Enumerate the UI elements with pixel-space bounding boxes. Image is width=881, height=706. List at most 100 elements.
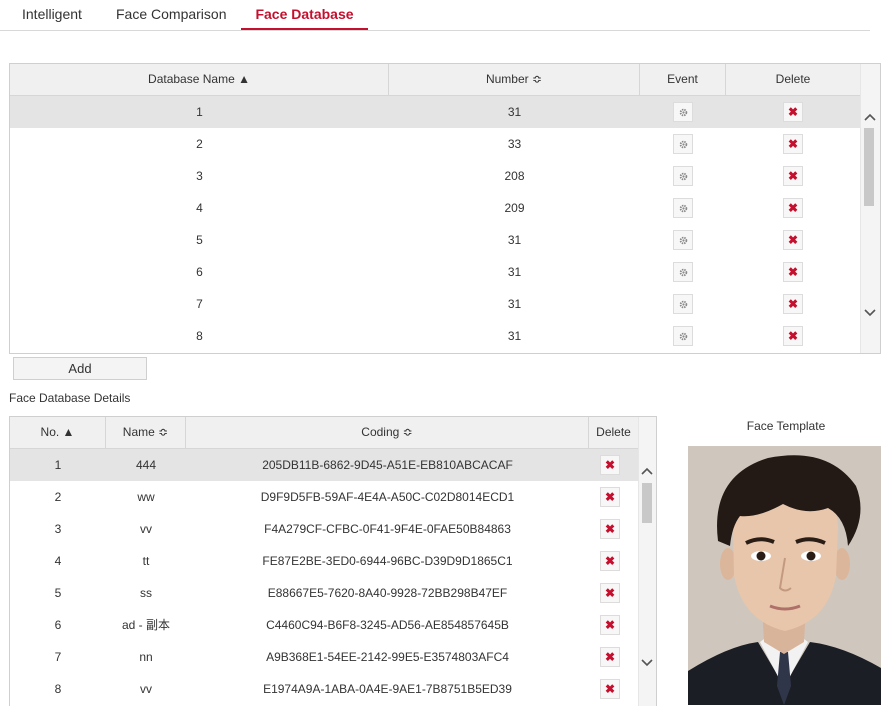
number-cell: 33 xyxy=(507,137,522,151)
coding-cell: A9B368E1-54EE-2142-99E5-E3574803AFC4 xyxy=(266,650,509,664)
delete-button[interactable]: ✖ xyxy=(600,455,620,475)
delete-button[interactable]: ✖ xyxy=(600,679,620,699)
no-cell: 5 xyxy=(54,586,62,600)
table-row[interactable]: 6 31 ✖ xyxy=(10,256,860,288)
delete-button[interactable]: ✖ xyxy=(783,134,803,154)
delete-button[interactable]: ✖ xyxy=(783,326,803,346)
gear-icon[interactable] xyxy=(673,262,693,282)
delete-button[interactable]: ✖ xyxy=(600,551,620,571)
gear-icon[interactable] xyxy=(673,198,693,218)
table-row[interactable]: 6 ad - 副本 C4460C94-B6F8-3245-AD56-AE854857… xyxy=(10,609,638,641)
table-row[interactable]: 2 33 ✖ xyxy=(10,128,860,160)
delete-button[interactable]: ✖ xyxy=(783,294,803,314)
table-row[interactable]: 1 31 ✖ xyxy=(10,96,860,128)
x-icon: ✖ xyxy=(604,650,616,664)
table-row[interactable]: 7 31 ✖ xyxy=(10,288,860,320)
column-coding[interactable]: Coding ≎ xyxy=(186,417,589,448)
coding-cell: D9F9D5FB-59AF-4E4A-A50C-C02D8014ECD1 xyxy=(260,490,515,504)
gear-svg xyxy=(679,204,687,212)
x-icon: ✖ xyxy=(604,458,616,472)
name-cell: vv xyxy=(140,682,152,696)
database-table: Database Name ▲ Number ≎ Event Delete 1 3… xyxy=(9,63,881,354)
delete-button[interactable]: ✖ xyxy=(783,230,803,250)
gear-icon[interactable] xyxy=(673,134,693,154)
delete-button[interactable]: ✖ xyxy=(783,198,803,218)
delete-button[interactable]: ✖ xyxy=(600,583,620,603)
gear-svg xyxy=(679,236,687,244)
column-event: Event xyxy=(640,64,726,95)
scroll-down-icon[interactable] xyxy=(640,657,654,669)
table-row[interactable]: 5 ss E88667E5-7620-8A40-9928-72BB298B47EF ✖ xyxy=(10,577,638,609)
table-row[interactable]: 7 nn A9B368E1-54EE-2142-99E5-E3574803AFC4 ✖ xyxy=(10,641,638,673)
table-row[interactable]: 4 tt FE87E2BE-3ED0-6944-96BC-D39D9D1865C1 ✖ xyxy=(10,545,638,577)
table-row[interactable]: 4 209 ✖ xyxy=(10,192,860,224)
x-icon: ✖ xyxy=(787,329,799,343)
table-row[interactable]: 8 31 ✖ xyxy=(10,320,860,352)
gear-icon[interactable] xyxy=(673,326,693,346)
column-delete: Delete xyxy=(596,425,631,439)
table-row[interactable]: 5 31 ✖ xyxy=(10,224,860,256)
gear-icon[interactable] xyxy=(673,102,693,122)
number-cell: 31 xyxy=(507,265,522,279)
coding-cell: FE87E2BE-3ED0-6944-96BC-D39D9D1865C1 xyxy=(262,554,513,568)
number-cell: 31 xyxy=(507,297,522,311)
coding-cell: F4A279CF-CFBC-0F41-9F4E-0FAE50B84863 xyxy=(264,522,511,536)
column-database-name[interactable]: Database Name ▲ xyxy=(10,64,389,95)
gear-icon[interactable] xyxy=(673,230,693,250)
table-row[interactable]: 1 444 205DB11B-6862-9D45-A51E-EB810ABCACAF… xyxy=(10,449,638,481)
table-row[interactable]: 3 208 ✖ xyxy=(10,160,860,192)
delete-button[interactable]: ✖ xyxy=(783,262,803,282)
gear-icon[interactable] xyxy=(673,294,693,314)
table-row[interactable]: 2 ww D9F9D5FB-59AF-4E4A-A50C-C02D8014ECD1 ✖ xyxy=(10,481,638,513)
delete-button[interactable]: ✖ xyxy=(600,487,620,507)
column-number[interactable]: Number ≎ xyxy=(389,64,640,95)
database-name-cell: 7 xyxy=(196,297,203,311)
database-name-cell: 6 xyxy=(196,265,203,279)
database-name-cell: 5 xyxy=(196,233,203,247)
scroll-up-icon[interactable] xyxy=(863,111,877,123)
no-cell: 4 xyxy=(54,554,62,568)
delete-button[interactable]: ✖ xyxy=(783,166,803,186)
x-icon: ✖ xyxy=(604,682,616,696)
scroll-thumb[interactable] xyxy=(864,128,874,206)
coding-cell: E88667E5-7620-8A40-9928-72BB298B47EF xyxy=(267,586,508,600)
delete-button[interactable]: ✖ xyxy=(600,647,620,667)
tab-intelligent[interactable]: Intelligent xyxy=(22,6,82,22)
name-cell: ww xyxy=(137,490,155,504)
database-scrollbar[interactable] xyxy=(860,64,880,353)
database-name-cell: 8 xyxy=(196,329,203,343)
column-delete: Delete xyxy=(775,72,811,86)
table-row[interactable]: 8 vv E1974A9A-1ABA-0A4E-9AE1-7B8751B5ED39 ✖ xyxy=(10,673,638,705)
add-button[interactable]: Add xyxy=(13,357,147,380)
scroll-thumb[interactable] xyxy=(642,483,652,523)
coding-cell: C4460C94-B6F8-3245-AD56-AE854857645B xyxy=(266,618,509,632)
number-cell: 31 xyxy=(507,233,522,247)
delete-button[interactable]: ✖ xyxy=(600,519,620,539)
number-cell: 31 xyxy=(507,329,522,343)
number-cell: 209 xyxy=(504,201,525,215)
column-name[interactable]: Name ≎ xyxy=(106,417,186,448)
database-name-cell: 1 xyxy=(196,105,203,119)
face-template-image xyxy=(688,446,881,705)
scroll-up-icon[interactable] xyxy=(640,465,654,477)
x-icon: ✖ xyxy=(787,297,799,311)
table-row[interactable]: 3 vv F4A279CF-CFBC-0F41-9F4E-0FAE50B84863 ✖ xyxy=(10,513,638,545)
name-cell: ss xyxy=(140,586,152,600)
no-cell: 8 xyxy=(54,682,62,696)
column-no[interactable]: No. ▲ xyxy=(10,417,106,448)
tab-face-comparison[interactable]: Face Comparison xyxy=(116,6,227,22)
gear-svg xyxy=(679,332,687,340)
x-icon: ✖ xyxy=(787,265,799,279)
tab-face-database[interactable]: Face Database xyxy=(241,0,368,30)
delete-button[interactable]: ✖ xyxy=(600,615,620,635)
delete-button[interactable]: ✖ xyxy=(783,102,803,122)
name-cell: vv xyxy=(140,522,152,536)
scroll-down-icon[interactable] xyxy=(863,307,877,319)
gear-icon[interactable] xyxy=(673,166,693,186)
x-icon: ✖ xyxy=(604,618,616,632)
no-cell: 7 xyxy=(54,650,62,664)
x-icon: ✖ xyxy=(787,105,799,119)
database-table-header: Database Name ▲ Number ≎ Event Delete xyxy=(10,64,860,96)
details-scrollbar[interactable] xyxy=(638,417,656,706)
details-table-header: No. ▲ Name ≎ Coding ≎ Delete xyxy=(10,417,638,449)
